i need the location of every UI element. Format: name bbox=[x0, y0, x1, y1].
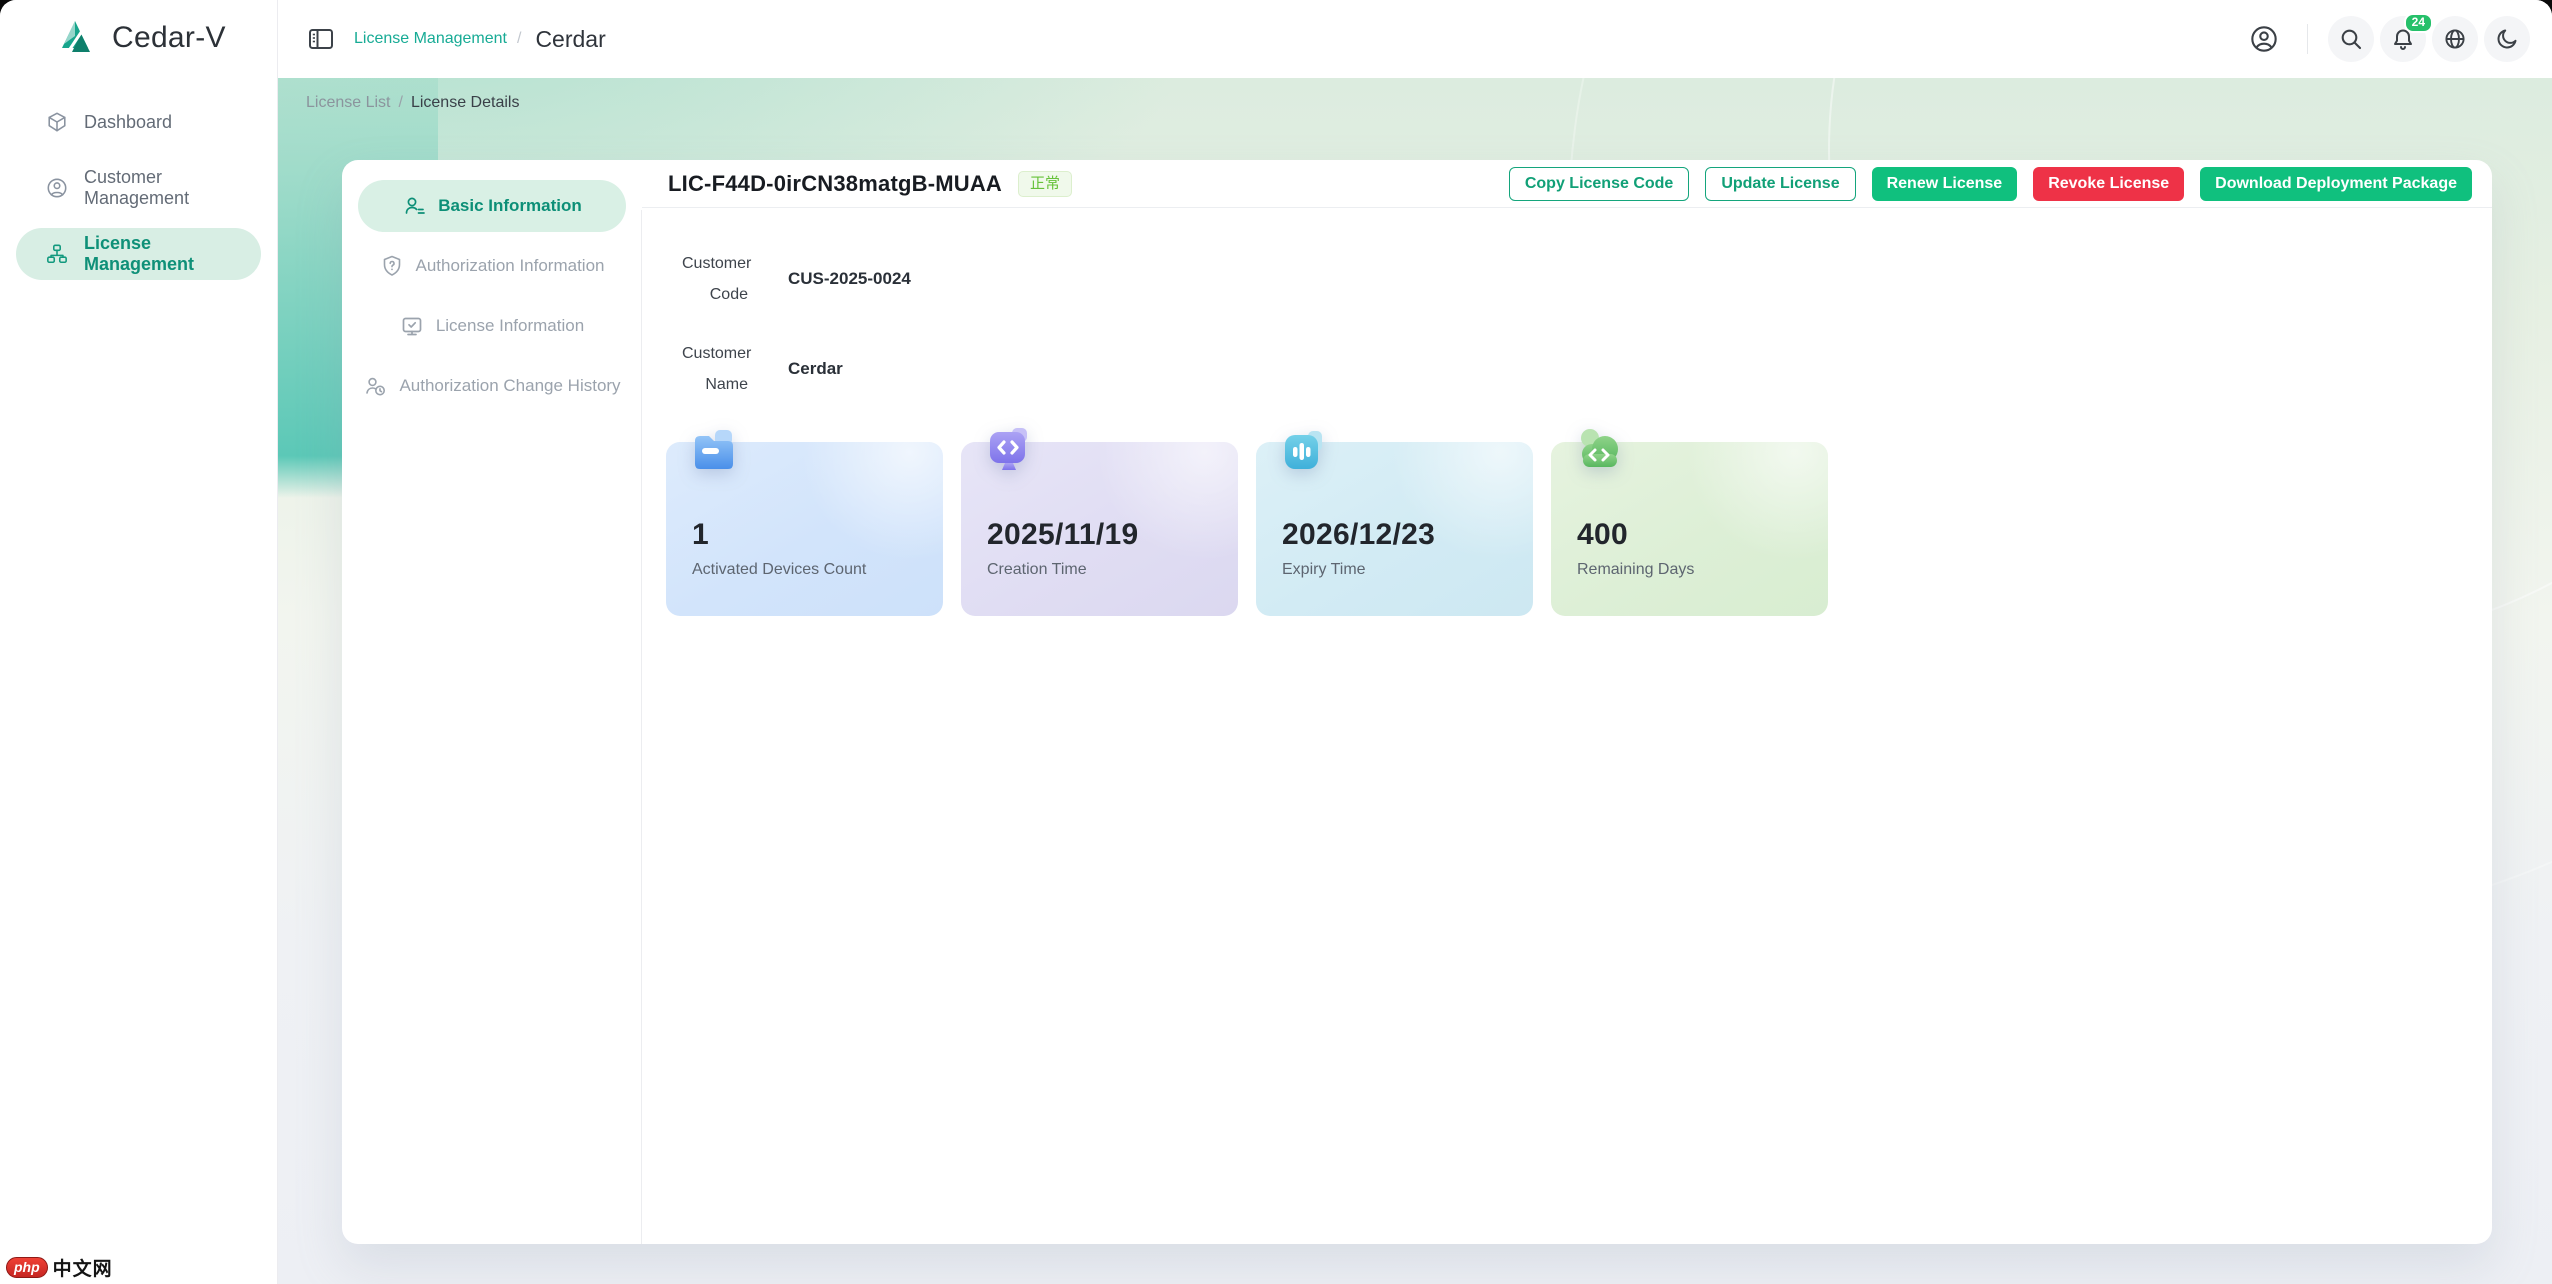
app-logo: Cedar-V bbox=[54, 16, 226, 60]
tab-basic-information[interactable]: Basic Information bbox=[358, 180, 626, 232]
sidebar-item-dashboard[interactable]: Dashboard bbox=[16, 96, 261, 148]
customer-name-field: Customer Name Cerdar bbox=[682, 338, 2492, 400]
app-title: Cedar-V bbox=[112, 21, 226, 55]
basic-information-content: Customer Code CUS-2025-0024 Customer Nam… bbox=[642, 208, 2492, 616]
stat-label: Creation Time bbox=[987, 561, 1238, 579]
license-detail-card: Basic Information Authorization Informat… bbox=[342, 160, 2492, 1244]
folder-minus-icon bbox=[690, 428, 738, 476]
app-window: Cedar-V Dashboard Cu bbox=[0, 0, 2552, 1284]
watermark-text: 中文网 bbox=[53, 1254, 113, 1281]
stat-cards-row: 1 Activated Devices Count bbox=[666, 442, 2492, 616]
user-icon bbox=[46, 177, 68, 199]
tab-authorization-change-history[interactable]: Authorization Change History bbox=[358, 360, 626, 412]
stat-card-creation-time: 2025/11/19 Creation Time bbox=[961, 442, 1238, 616]
breadcrumb-parent[interactable]: License List bbox=[306, 94, 391, 111]
detail-main-pane: LIC-F44D-0irCN38matgB-MUAA 正常 Copy Licen… bbox=[642, 160, 2492, 1244]
user-card-icon bbox=[402, 194, 426, 218]
php-badge: php bbox=[6, 1257, 48, 1278]
breadcrumb-separator: / bbox=[399, 94, 403, 111]
stat-card-expiry-time: 2026/12/23 Expiry Time bbox=[1256, 442, 1533, 616]
sidebar-item-label: Customer Management bbox=[84, 167, 261, 209]
sitemap-icon bbox=[46, 243, 68, 265]
sidebar-nav: Dashboard Customer Management bbox=[0, 96, 277, 294]
stat-label: Expiry Time bbox=[1282, 561, 1533, 579]
tab-label: License Information bbox=[436, 316, 584, 336]
audio-bars-icon bbox=[1280, 428, 1328, 476]
sidebar-item-label: Dashboard bbox=[84, 112, 172, 133]
top-header: License Management / Cerdar bbox=[278, 0, 2552, 78]
stat-card-remaining-days: 400 Remaining Days bbox=[1551, 442, 1828, 616]
breadcrumb-current: License Details bbox=[411, 94, 520, 111]
copy-license-code-button[interactable]: Copy License Code bbox=[1509, 167, 1689, 201]
monitor-code-icon bbox=[985, 428, 1033, 476]
sidebar-item-license-management[interactable]: License Management bbox=[16, 228, 261, 280]
customer-code-field: Customer Code CUS-2025-0024 bbox=[682, 248, 2492, 310]
download-deployment-package-button[interactable]: Download Deployment Package bbox=[2200, 167, 2472, 201]
header-actions: 24 bbox=[2241, 16, 2530, 62]
field-label: Customer Code bbox=[682, 248, 748, 310]
search-icon bbox=[2339, 27, 2363, 51]
license-actions: Copy License Code Update License Renew L… bbox=[1509, 167, 2472, 201]
sidebar-item-label: License Management bbox=[84, 233, 261, 275]
license-header: LIC-F44D-0irCN38matgB-MUAA 正常 Copy Licen… bbox=[642, 160, 2492, 208]
tab-label: Authorization Information bbox=[416, 256, 605, 276]
detail-tabs-panel: Basic Information Authorization Informat… bbox=[342, 160, 642, 1244]
user-avatar-button[interactable] bbox=[2241, 16, 2287, 62]
cedar-logo-icon bbox=[54, 16, 98, 60]
sidebar-toggle-icon[interactable] bbox=[308, 27, 334, 51]
shield-question-icon bbox=[380, 254, 404, 278]
renew-license-button[interactable]: Renew License bbox=[1872, 167, 2018, 201]
tab-label: Basic Information bbox=[438, 196, 582, 216]
cube-icon bbox=[46, 111, 68, 133]
revoke-license-button[interactable]: Revoke License bbox=[2033, 167, 2184, 201]
content-area: License List / License Details Basic Infor… bbox=[278, 78, 2552, 1284]
sidebar: Cedar-V Dashboard Cu bbox=[0, 0, 278, 1284]
notification-count-badge: 24 bbox=[2404, 13, 2433, 33]
search-button[interactable] bbox=[2328, 16, 2374, 62]
breadcrumb-separator: / bbox=[517, 30, 521, 48]
update-license-button[interactable]: Update License bbox=[1705, 167, 1855, 201]
language-button[interactable] bbox=[2432, 16, 2478, 62]
user-history-icon bbox=[363, 374, 387, 398]
cloud-code-icon bbox=[1575, 428, 1623, 476]
dark-mode-button[interactable] bbox=[2484, 16, 2530, 62]
user-circle-icon bbox=[2250, 25, 2278, 53]
status-badge: 正常 bbox=[1018, 171, 1072, 197]
stat-label: Activated Devices Count bbox=[692, 561, 943, 579]
field-label: Customer Name bbox=[682, 338, 748, 400]
customer-name-value: Cerdar bbox=[788, 359, 843, 379]
tab-authorization-information[interactable]: Authorization Information bbox=[358, 240, 626, 292]
sidebar-item-customer-management[interactable]: Customer Management bbox=[16, 162, 261, 214]
tab-label: Authorization Change History bbox=[399, 376, 620, 396]
breadcrumb-section-link[interactable]: License Management bbox=[354, 30, 507, 48]
monitor-check-icon bbox=[400, 314, 424, 338]
customer-code-value: CUS-2025-0024 bbox=[788, 269, 911, 289]
stat-label: Remaining Days bbox=[1577, 561, 1828, 579]
notifications-wrapper: 24 bbox=[2380, 16, 2426, 62]
page-breadcrumb: License List / License Details bbox=[306, 94, 519, 112]
moon-icon bbox=[2495, 27, 2519, 51]
breadcrumb-current: Cerdar bbox=[535, 26, 605, 53]
header-divider bbox=[2307, 24, 2308, 54]
watermark: php 中文网 bbox=[6, 1254, 113, 1281]
stat-card-activated-devices: 1 Activated Devices Count bbox=[666, 442, 943, 616]
tab-license-information[interactable]: License Information bbox=[358, 300, 626, 352]
globe-icon bbox=[2443, 27, 2467, 51]
license-code-title: LIC-F44D-0irCN38matgB-MUAA bbox=[668, 171, 1002, 197]
